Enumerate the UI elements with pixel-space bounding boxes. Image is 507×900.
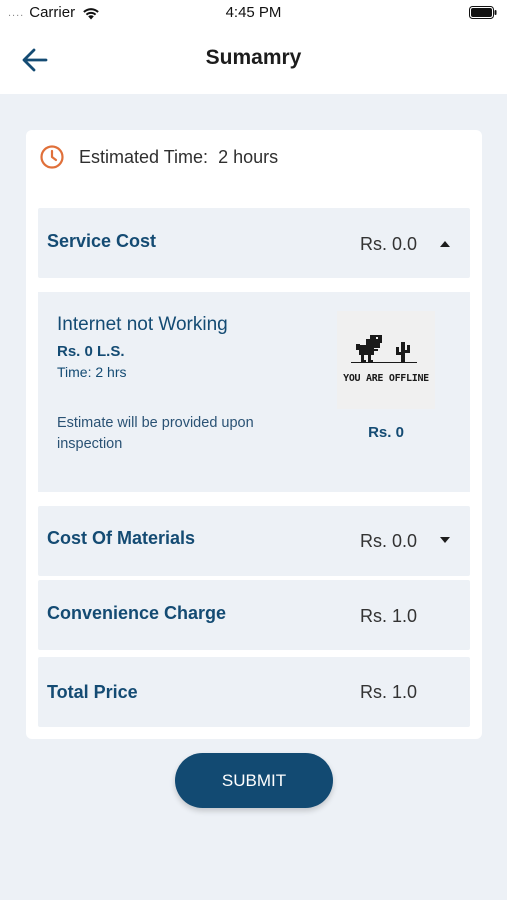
- service-item-price: Rs. 0 L.S.: [57, 343, 125, 360]
- service-item-time: Time: 2 hrs: [57, 364, 127, 380]
- total-section: Total Price Rs. 1.0: [38, 657, 470, 727]
- nav-bar: Sumamry: [0, 26, 507, 94]
- status-time: 4:45 PM: [225, 4, 282, 21]
- dino-icon: [351, 335, 417, 363]
- convenience-section: Convenience Charge Rs. 1.0: [38, 580, 470, 650]
- convenience-title: Convenience Charge: [47, 603, 227, 623]
- estimated-time-label: Estimated Time:: [79, 147, 209, 167]
- service-item-title: Internet not Working: [57, 314, 228, 335]
- estimated-time-text: Estimated Time: 2 hours: [79, 147, 278, 168]
- convenience-amount: Rs. 1.0: [360, 606, 418, 626]
- total-title: Total Price: [47, 682, 138, 702]
- offline-dino-image: YOU ARE OFFLINE: [337, 311, 435, 409]
- caret-down-icon[interactable]: [438, 536, 452, 545]
- estimated-time-value: 2 hours: [218, 147, 279, 167]
- offline-caption: YOU ARE OFFLINE: [343, 373, 429, 384]
- battery-icon: [469, 6, 497, 19]
- service-cost-section[interactable]: Service Cost Rs. 0.0: [38, 208, 470, 278]
- estimated-time-row: Estimated Time: 2 hours: [26, 130, 482, 186]
- clock-icon: [40, 145, 64, 169]
- submit-button[interactable]: SUBMIT: [175, 753, 333, 808]
- service-cost-amount: Rs. 0.0: [360, 234, 418, 254]
- materials-amount: Rs. 0.0: [360, 531, 418, 551]
- service-item-amount: Rs. 0: [368, 424, 404, 441]
- materials-title: Cost Of Materials: [47, 528, 196, 548]
- materials-section[interactable]: Cost Of Materials Rs. 0.0: [38, 506, 470, 576]
- service-item-note: Estimate will be provided upon inspectio…: [57, 415, 254, 452]
- service-cost-title: Service Cost: [47, 231, 157, 251]
- total-amount: Rs. 1.0: [360, 682, 418, 702]
- summary-card: Estimated Time: 2 hours Service Cost Rs.…: [26, 130, 482, 739]
- caret-up-icon[interactable]: [438, 239, 452, 248]
- status-bar: .... Carrier 4:45 PM: [0, 0, 507, 26]
- page-title: Sumamry: [205, 46, 302, 69]
- service-item-card: Internet not Working Rs. 0 L.S. Time: 2 …: [38, 292, 470, 492]
